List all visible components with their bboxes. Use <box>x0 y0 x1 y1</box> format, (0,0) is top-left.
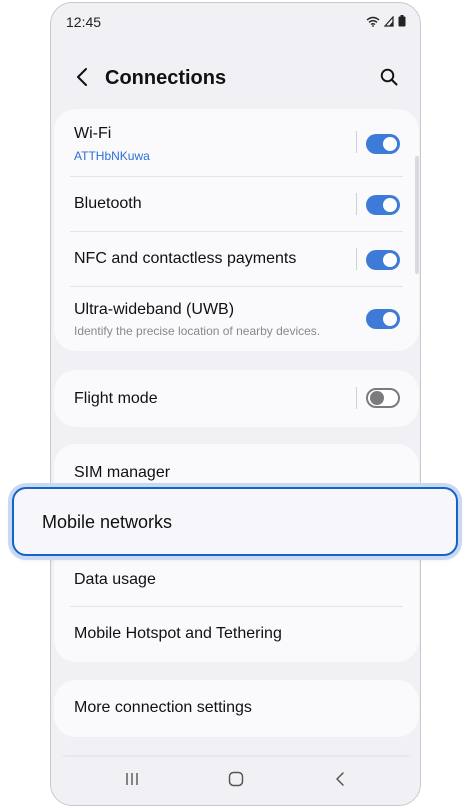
wifi-icon <box>366 14 380 32</box>
divider-vertical <box>356 248 357 270</box>
uwb-description: Identify the precise location of nearby … <box>74 324 321 338</box>
battery-icon <box>398 14 406 32</box>
hotspot-label: Mobile Hotspot and Tethering <box>74 625 282 642</box>
phone-screen: 12:45 Connections Wi-Fi ATTHbNKuwa Bluet… <box>50 2 421 806</box>
recents-button[interactable] <box>117 769 147 793</box>
status-time: 12:45 <box>66 14 102 30</box>
mobile-networks-label: Mobile networks <box>42 512 173 532</box>
scrollbar[interactable] <box>415 156 419 274</box>
navigation-bar <box>51 757 420 805</box>
wifi-toggle[interactable] <box>366 134 400 154</box>
page-title: Connections <box>105 67 227 89</box>
back-icon <box>335 771 345 792</box>
nav-back-button[interactable] <box>325 769 355 793</box>
signal-icon <box>383 14 394 32</box>
home-icon <box>228 771 244 792</box>
bluetooth-label: Bluetooth <box>74 195 142 212</box>
divider-vertical <box>356 131 357 153</box>
wifi-network-name: ATTHbNKuwa <box>74 149 150 163</box>
list-item-uwb[interactable]: Ultra-wideband (UWB) Identify the precis… <box>54 287 419 351</box>
data-usage-label: Data usage <box>74 571 156 588</box>
sim-manager-label: SIM manager <box>74 464 171 481</box>
status-icons <box>366 14 406 32</box>
divider-vertical <box>356 193 357 215</box>
back-button[interactable] <box>69 66 95 92</box>
divider-vertical <box>356 387 357 409</box>
list-item-bluetooth[interactable]: Bluetooth <box>54 177 419 231</box>
uwb-toggle[interactable] <box>366 309 400 329</box>
connections-card-4: More connection settings <box>54 680 419 737</box>
list-item-nfc[interactable]: NFC and contactless payments <box>54 232 419 286</box>
app-bar: Connections <box>51 53 420 105</box>
list-item-data-usage[interactable]: Data usage <box>54 554 419 604</box>
list-item-flight-mode[interactable]: Flight mode <box>54 370 419 427</box>
search-icon <box>380 68 398 91</box>
wifi-label: Wi-Fi <box>74 125 112 142</box>
back-arrow-icon <box>76 67 88 91</box>
list-item-hotspot[interactable]: Mobile Hotspot and Tethering <box>54 607 419 661</box>
status-bar: 12:45 <box>51 3 420 39</box>
list-item-wifi[interactable]: Wi-Fi ATTHbNKuwa <box>54 109 419 175</box>
flight-mode-toggle[interactable] <box>366 388 400 408</box>
more-settings-label: More connection settings <box>74 699 252 716</box>
home-button[interactable] <box>221 769 251 793</box>
flight-mode-label: Flight mode <box>74 390 158 407</box>
connections-card-2: Flight mode <box>54 370 419 427</box>
recents-icon <box>124 771 140 792</box>
search-button[interactable] <box>376 66 402 92</box>
nfc-label: NFC and contactless payments <box>74 250 297 267</box>
connections-card-1: Wi-Fi ATTHbNKuwa Bluetooth NFC and conta… <box>54 109 419 351</box>
list-item-mobile-networks[interactable]: Mobile networks <box>12 487 458 556</box>
list-item-more-settings[interactable]: More connection settings <box>54 680 419 737</box>
uwb-label: Ultra-wideband (UWB) <box>74 301 235 318</box>
nfc-toggle[interactable] <box>366 250 400 270</box>
bluetooth-toggle[interactable] <box>366 195 400 215</box>
